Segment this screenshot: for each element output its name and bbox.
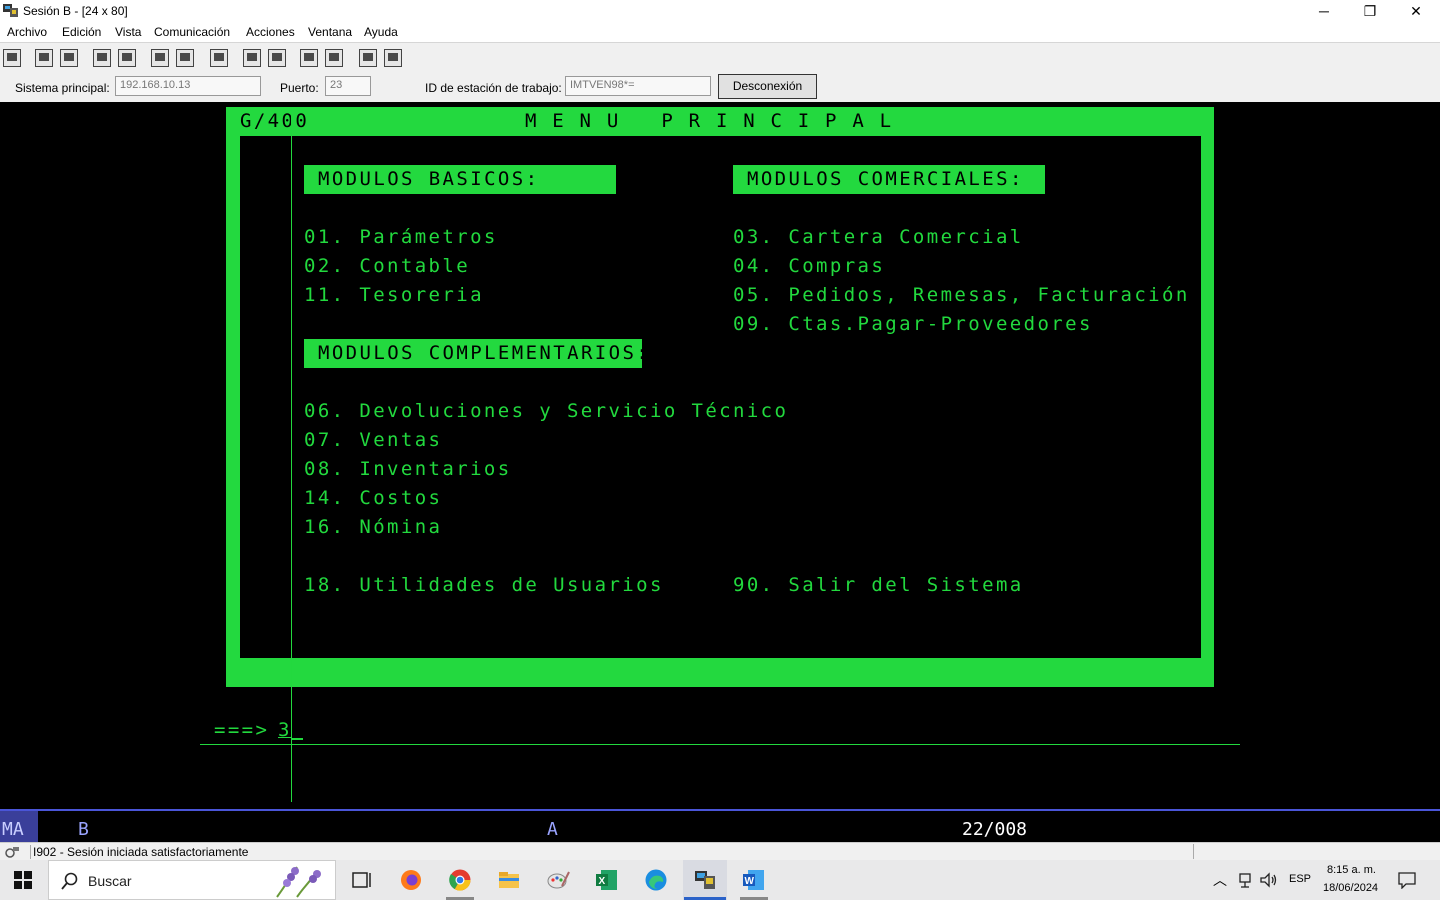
menu-option-11[interactable]: 11. Tesoreria	[304, 284, 484, 306]
port-field[interactable]: 23	[325, 76, 371, 96]
send-icon[interactable]	[93, 49, 111, 67]
globe-icon[interactable]	[359, 49, 377, 67]
status-message: I902 - Sesión iniciada satisfactoriament…	[30, 845, 248, 859]
receive-icon[interactable]	[118, 49, 136, 67]
search-box[interactable]: Buscar	[48, 860, 336, 900]
volume-icon[interactable]	[1260, 872, 1278, 888]
operator-info-area: MA B A 22/008	[0, 809, 1440, 844]
station-label: ID de estación de trabajo:	[425, 81, 562, 95]
status-divider	[1193, 844, 1194, 859]
port-label: Puerto:	[280, 81, 319, 95]
menu-option-04[interactable]: 04. Compras	[733, 255, 885, 277]
chevron-up-icon[interactable]: ︿	[1213, 870, 1227, 890]
paste-icon[interactable]	[60, 49, 78, 67]
app-icon	[3, 4, 18, 17]
edge-icon[interactable]	[644, 868, 668, 892]
menu-option-05[interactable]: 05. Pedidos, Remesas, Facturación	[733, 284, 1190, 306]
ruler-horizontal	[200, 744, 1240, 745]
language-indicator[interactable]: ESP	[1289, 873, 1311, 885]
minimize-button[interactable]: ─	[1301, 0, 1347, 22]
frame-left	[226, 107, 240, 687]
menu-acciones[interactable]: Acciones	[246, 25, 295, 39]
menu-option-09[interactable]: 09. Ctas.Pagar-Proveedores	[733, 313, 1093, 335]
menu-edicion[interactable]: Edición	[62, 25, 101, 39]
session-icon	[5, 847, 19, 858]
svg-text:X: X	[599, 876, 606, 887]
chrome-icon[interactable]	[448, 868, 472, 892]
menu-ventana[interactable]: Ventana	[308, 25, 352, 39]
word-icon[interactable]: W	[742, 868, 766, 892]
menu-option-02[interactable]: 02. Contable	[304, 255, 470, 277]
status-indicator: A	[547, 819, 558, 840]
host-field[interactable]: 192.168.10.13	[115, 76, 261, 96]
macro-icon[interactable]	[210, 49, 228, 67]
command-prompt: ===>	[214, 719, 270, 741]
menu-comunicacion[interactable]: Comunicación	[154, 25, 230, 39]
menu-ayuda[interactable]: Ayuda	[364, 25, 398, 39]
frame-bottom	[226, 658, 1214, 687]
clock-time[interactable]: 8:15 a. m.	[1327, 864, 1376, 876]
svg-text:W: W	[745, 876, 755, 887]
menu-option-14[interactable]: 14. Costos	[304, 487, 442, 509]
menu-option-06[interactable]: 06. Devoluciones y Servicio Técnico	[304, 400, 788, 422]
color-map-icon[interactable]	[325, 49, 343, 67]
menu-option-08[interactable]: 08. Inventarios	[304, 458, 512, 480]
ruler-vertical	[291, 107, 292, 802]
menu-option-01[interactable]: 01. Parámetros	[304, 226, 498, 248]
restore-button[interactable]: ❐	[1347, 0, 1393, 22]
firefox-icon[interactable]	[399, 868, 423, 892]
host-label: Sistema principal:	[15, 81, 110, 95]
toolbar	[0, 42, 1440, 73]
search-icon	[61, 872, 78, 890]
window-title: Sesión B - [24 x 80]	[23, 4, 128, 18]
close-button[interactable]: ✕	[1393, 0, 1439, 22]
taskbar: Buscar X W ︿ ESP 8:15 a. m. 18/06/2024	[0, 860, 1440, 900]
commercial-modules-header: MODULOS COMERCIALES:	[733, 165, 1045, 194]
basic-modules-header: MODULOS BASICOS:	[304, 165, 616, 194]
search-placeholder: Buscar	[88, 873, 132, 889]
menu-bar: Archivo Edición Vista Comunicación Accio…	[0, 22, 1440, 42]
stop-macro-icon[interactable]	[268, 49, 286, 67]
cursor-position: 22/008	[962, 819, 1028, 840]
file-explorer-icon[interactable]	[497, 868, 521, 892]
display-icon[interactable]	[3, 49, 21, 67]
copy-icon[interactable]	[35, 49, 53, 67]
keyboard-map-icon[interactable]	[300, 49, 318, 67]
station-field[interactable]: IMTVEN98*=	[565, 76, 711, 96]
print-icon[interactable]	[176, 49, 194, 67]
excel-icon[interactable]: X	[595, 868, 619, 892]
menu-option-18[interactable]: 18. Utilidades de Usuarios	[304, 574, 664, 596]
disconnect-button[interactable]: Desconexión	[718, 74, 817, 99]
session-indicator: B	[78, 819, 89, 840]
network-icon[interactable]	[1238, 872, 1252, 888]
print-screen-icon[interactable]	[151, 49, 169, 67]
title-bar[interactable]: Sesión B - [24 x 80] ─ ❐ ✕	[0, 0, 1440, 22]
mode-indicator: MA	[2, 819, 24, 840]
clock-date[interactable]: 18/06/2024	[1323, 882, 1378, 894]
system-id: G/400	[240, 110, 310, 132]
frame-right	[1201, 107, 1214, 687]
windows-start-icon[interactable]	[14, 871, 32, 889]
help-icon[interactable]	[384, 49, 402, 67]
menu-archivo[interactable]: Archivo	[7, 25, 47, 39]
record-macro-icon[interactable]	[243, 49, 261, 67]
terminal-screen[interactable]: G/400 M E N U P R I N C I P A L MODULOS …	[0, 102, 1440, 809]
menu-title: M E N U P R I N C I P A L	[525, 110, 894, 132]
menu-option-16[interactable]: 16. Nómina	[304, 516, 442, 538]
menu-option-07[interactable]: 07. Ventas	[304, 429, 442, 451]
notification-icon[interactable]	[1398, 871, 1416, 889]
paint-icon[interactable]	[546, 868, 570, 892]
lavender-image-icon	[276, 866, 321, 898]
command-input[interactable]: 3	[278, 719, 292, 741]
menu-vista[interactable]: Vista	[115, 25, 141, 39]
menu-option-03[interactable]: 03. Cartera Comercial	[733, 226, 1024, 248]
task-view-icon[interactable]	[350, 868, 374, 892]
menu-option-90[interactable]: 90. Salir del Sistema	[733, 574, 1024, 596]
text-cursor	[292, 738, 303, 740]
complementary-modules-header: MODULOS COMPLEMENTARIOS:	[304, 339, 648, 368]
terminal-app-icon[interactable]	[693, 868, 717, 892]
message-bar: I902 - Sesión iniciada satisfactoriament…	[0, 842, 1440, 861]
